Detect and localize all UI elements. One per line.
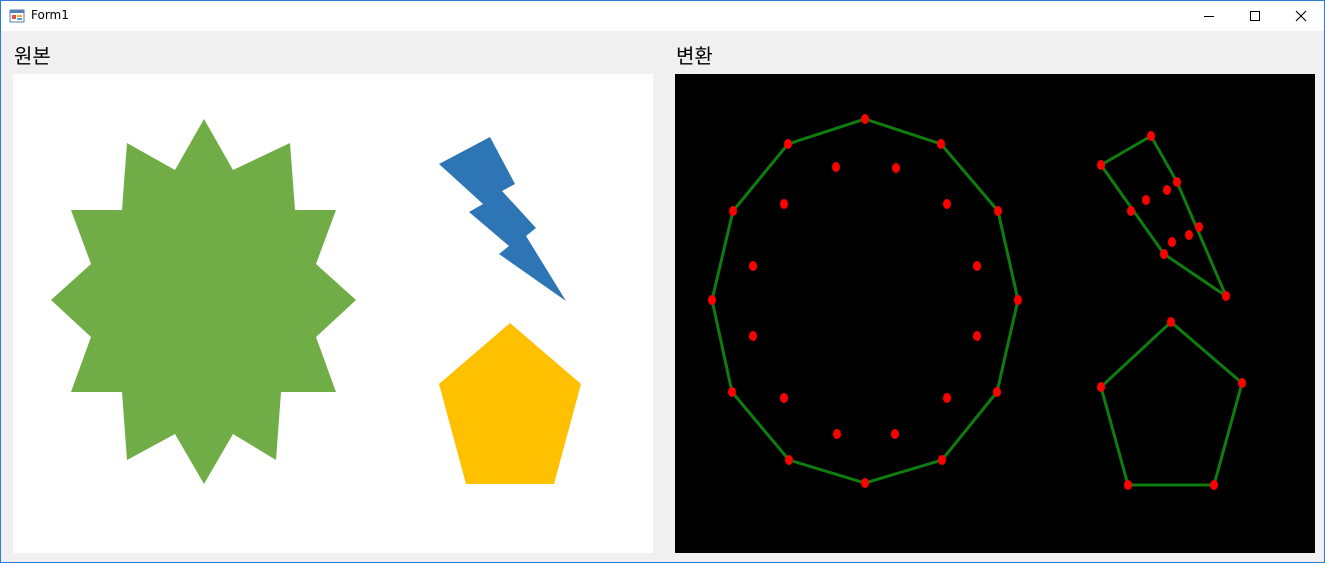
minimize-button[interactable] (1186, 1, 1232, 31)
original-picture-box (13, 74, 653, 553)
app-icon (9, 8, 25, 24)
window-title: Form1 (31, 8, 69, 22)
green-star-shape (51, 119, 356, 484)
window: Form1 원본 변환 (0, 0, 1325, 563)
yellow-pentagon-shape (439, 323, 581, 484)
transformed-label: 변환 (676, 44, 713, 68)
pentagon-points (1097, 317, 1246, 490)
pentagon-hull-polygon (1099, 319, 1244, 487)
star-inner-points (749, 162, 981, 439)
star-hull-points (708, 114, 1022, 488)
maximize-button[interactable] (1232, 1, 1278, 31)
transformed-picture-box (675, 74, 1315, 553)
close-icon (1295, 10, 1307, 22)
bolt-hull-polygon (1098, 133, 1230, 301)
maximize-icon (1250, 11, 1260, 21)
blue-lightning-shape (439, 137, 566, 301)
star-hull-polygon (710, 117, 1020, 485)
title-bar[interactable]: Form1 (1, 1, 1324, 31)
close-button[interactable] (1278, 1, 1324, 31)
minimize-icon (1204, 16, 1214, 17)
original-label: 원본 (14, 44, 51, 68)
